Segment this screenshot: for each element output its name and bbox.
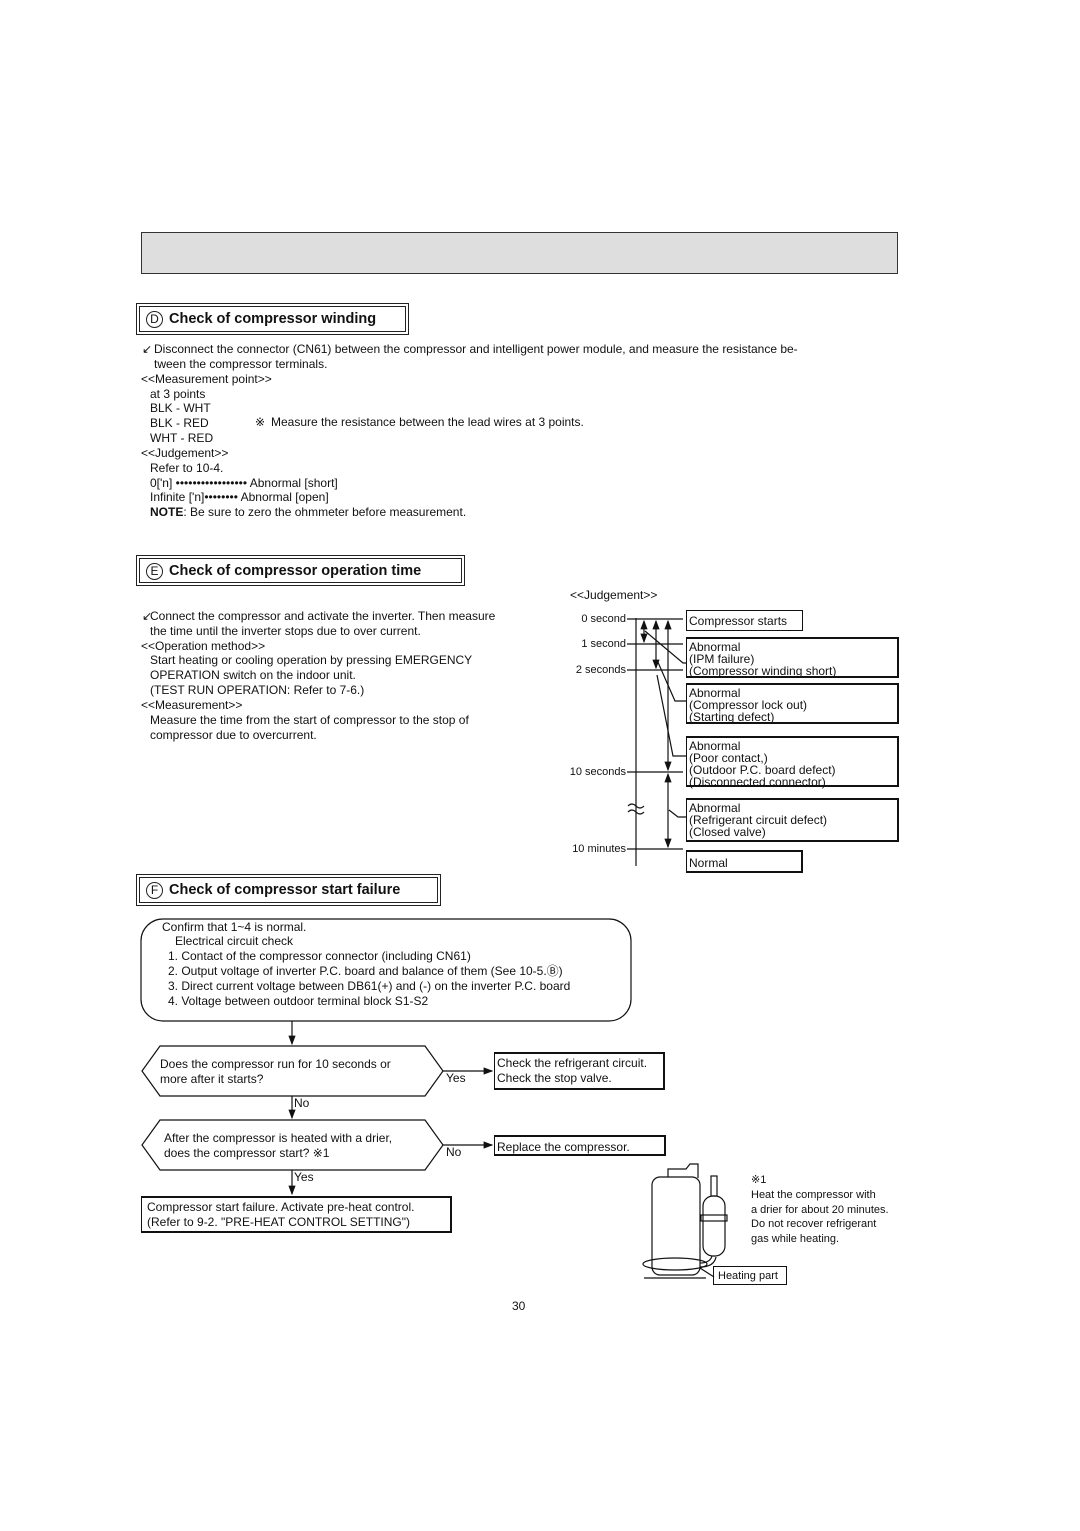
d-refer: Refer to 10-4. <box>150 461 224 475</box>
tick-1s: 1 second <box>581 638 626 650</box>
d-note: NOTE: Be sure to zero the ohmmeter befor… <box>150 505 466 520</box>
section-d-heading: D Check of compressor winding <box>136 303 409 335</box>
e-method-1: Start heating or cooling operation by pr… <box>150 653 473 667</box>
section-f-title: Check of compressor start failure <box>169 882 401 898</box>
d-short: 0['n] ••••••••••••••••• Abnormal [short] <box>150 476 338 490</box>
d-pair-1: BLK - WHT <box>150 401 211 415</box>
page-number: 30 <box>512 1299 526 1313</box>
box-line: Compressor starts <box>689 614 788 628</box>
note-bold: NOTE <box>150 505 184 519</box>
tick-10s: 10 seconds <box>569 766 626 778</box>
box-line: Replace the compressor. <box>497 1140 630 1154</box>
tick-2s: 2 seconds <box>575 664 626 676</box>
section-e-heading: E Check of compressor operation time <box>136 555 465 586</box>
box-line: Compressor start failure. Activate pre-h… <box>147 1200 415 1214</box>
check-line-5: 4. Voltage between outdoor terminal bloc… <box>168 994 429 1008</box>
box-abnormal-contact: Abnormal (Poor contact,) (Outdoor P.C. boa… <box>686 736 899 789</box>
section-f-heading: F Check of compressor start failure <box>136 874 441 906</box>
d-note-mark: Measure the resistance between the lead … <box>271 415 584 429</box>
e-method-label: <<Operation method>> <box>141 639 266 653</box>
tick-10min: 10 minutes <box>572 843 626 855</box>
e-judgement-label: <<Judgement>> <box>570 588 658 602</box>
d-pair-3: WHT - RED <box>150 431 214 445</box>
final-result: Compressor start failure. Activate pre-h… <box>141 1196 452 1233</box>
box-line: (Refer to 9-2. "PRE-HEAT CONTROL SETTING… <box>147 1215 411 1229</box>
q2-line-2: does the compressor start? ※1 <box>164 1146 330 1160</box>
section-e-title: Check of compressor operation time <box>169 563 422 579</box>
q1-line-2: more after it starts? <box>160 1072 264 1086</box>
box-line: (Disconnected connector) <box>689 775 826 789</box>
check-line-3: 2. Output voltage of inverter P.C. board… <box>168 964 563 978</box>
d-pair-2: BLK - RED <box>150 416 209 430</box>
box-line: Check the stop valve. <box>497 1071 612 1085</box>
q2-line-1: After the compressor is heated with a dr… <box>164 1131 393 1145</box>
q2-no-result: Replace the compressor. <box>494 1135 666 1156</box>
footnote-line: gas while heating. <box>751 1232 840 1245</box>
box-normal: Normal <box>686 850 803 873</box>
e-method-3: (TEST RUN OPERATION: Refer to 7-6.) <box>150 683 365 697</box>
d-intro-2: tween the compressor terminals. <box>154 357 328 371</box>
check-line-4: 3. Direct current voltage between DB61(+… <box>168 979 571 993</box>
q1-yes: Yes <box>446 1071 466 1085</box>
q2-yes: Yes <box>294 1170 314 1184</box>
box-line: (Closed valve) <box>689 825 766 839</box>
q1-no: No <box>294 1096 310 1110</box>
e-method-2: OPERATION switch on the indoor unit. <box>150 668 356 682</box>
e-measurement-2: compressor due to overcurrent. <box>150 728 317 742</box>
e-intro-1: Connect the compressor and activate the … <box>150 609 496 623</box>
footnote-line: a drier for about 20 minutes. <box>751 1203 889 1216</box>
arrow-bullet-icon: ↙ <box>142 342 153 356</box>
badge-f: F <box>146 882 163 899</box>
heating-label-text: Heating part <box>718 1270 778 1282</box>
tick-0s: 0 second <box>581 613 626 625</box>
heating-part-label: Heating part <box>713 1266 787 1285</box>
footnote-line: Heat the compressor with <box>751 1189 876 1201</box>
check-line-0: Confirm that 1~4 is normal. <box>162 920 307 934</box>
d-open: Infinite ['n]•••••••• Abnormal [open] <box>150 490 329 504</box>
compressor-illustration <box>642 1163 728 1279</box>
box-compressor-starts: Compressor starts <box>686 610 803 631</box>
box-line: Normal <box>689 856 728 870</box>
d-judgement-label: <<Judgement>> <box>141 446 229 460</box>
box-abnormal-ipm: Abnormal (IPM failure) (Compressor winding… <box>686 637 899 678</box>
diagram-lines <box>140 618 728 1279</box>
check-line-1: Electrical circuit check <box>175 934 294 948</box>
q1-line-1: Does the compressor run for 10 seconds o… <box>160 1057 391 1071</box>
footnote-mark: ※1 <box>751 1174 767 1186</box>
footnote-line: Do not recover refrigerant <box>751 1218 877 1230</box>
badge-e: E <box>146 563 163 580</box>
d-points: at 3 points <box>150 387 206 401</box>
footnote: Heat the compressor with a drier for abo… <box>751 1188 889 1246</box>
box-abnormal-lock: Abnormal (Compressor lock out) (Starting d… <box>686 683 899 724</box>
box-line: Check the refrigerant circuit. <box>497 1056 648 1070</box>
d-intro-1: Disconnect the connector (CN61) between … <box>154 342 798 356</box>
box-line: (Compressor winding short) <box>689 664 837 678</box>
q1-yes-result: Check the refrigerant circuit. Check the … <box>494 1052 665 1090</box>
section-d-title: Check of compressor winding <box>169 311 377 327</box>
check-line-2: 1. Contact of the compressor connector (… <box>168 949 471 963</box>
e-intro-2: the time until the inverter stops due to… <box>150 624 421 638</box>
e-measurement-label: <<Measurement>> <box>141 698 243 712</box>
box-abnormal-refrigerant: Abnormal (Refrigerant circuit defect) (Clo… <box>686 798 899 842</box>
box-line: (Starting defect) <box>689 710 775 724</box>
q2-no: No <box>446 1145 462 1159</box>
d-measure-label: <<Measurement point>> <box>141 372 272 386</box>
note-text: : Be sure to zero the ohmmeter before me… <box>183 505 467 519</box>
e-measurement-1: Measure the time from the start of compr… <box>150 713 469 727</box>
badge-d: D <box>146 311 163 328</box>
reference-mark-icon: ※ <box>255 415 266 429</box>
